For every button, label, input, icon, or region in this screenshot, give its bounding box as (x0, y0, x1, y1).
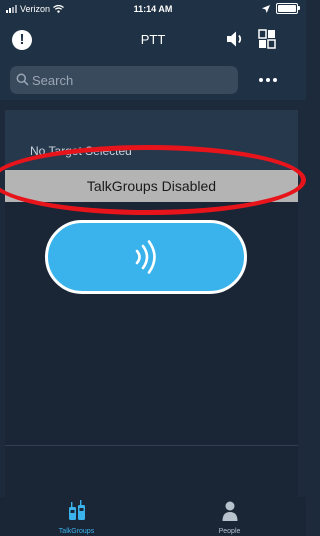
person-icon (222, 501, 237, 521)
tab-bar: TalkGroups People (0, 497, 306, 536)
tab-people-label: People (218, 528, 241, 535)
app-header: ! PTT (0, 20, 306, 60)
tab-people[interactable]: People (153, 500, 306, 536)
status-bar: Verizon 11:14 AM (0, 0, 306, 20)
location-arrow-icon (262, 4, 270, 13)
screen-layout-icon[interactable] (258, 29, 276, 49)
app-screen: Verizon 11:14 AM ! PTT Search No Target … (0, 0, 306, 536)
status-time: 11:14 AM (133, 4, 173, 14)
search-field[interactable] (10, 66, 238, 94)
search-icon (16, 73, 29, 86)
content-divider (5, 445, 298, 446)
annotation-ellipse (0, 145, 306, 215)
status-indicators (262, 3, 300, 14)
push-to-talk-button[interactable] (45, 220, 247, 294)
walkie-talkie-icon (68, 500, 85, 520)
more-options-button[interactable] (250, 66, 286, 94)
speaker-icon[interactable] (226, 30, 246, 48)
search-input[interactable] (32, 66, 232, 94)
battery-icon (276, 3, 300, 14)
tab-talkgroups-label: TalkGroups (58, 528, 95, 535)
tab-talkgroups[interactable]: TalkGroups (0, 500, 153, 536)
search-bar (0, 60, 306, 100)
broadcast-waves-icon (135, 240, 156, 274)
